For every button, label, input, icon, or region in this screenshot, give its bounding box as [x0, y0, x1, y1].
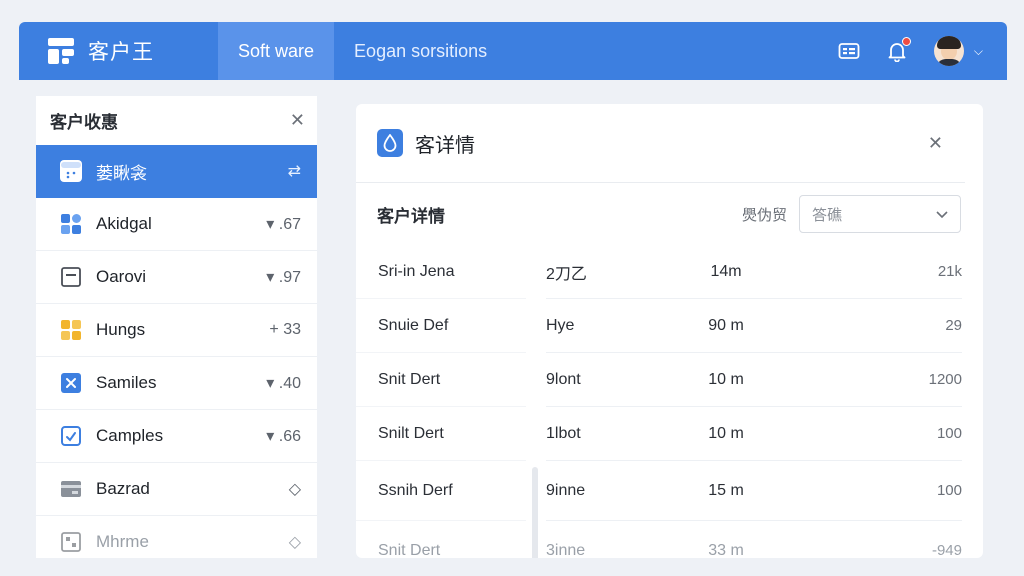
sidebar-item-4[interactable]: Samiles ▾ .40 — [36, 357, 317, 410]
message-card-icon[interactable] — [838, 40, 860, 62]
drop-icon — [377, 129, 403, 157]
detail-meta-label: 爂伪贸 — [741, 206, 787, 224]
row-name: Snit Dert — [378, 541, 441, 559]
sidebar-item-value: ▾ .97 — [266, 269, 301, 286]
tab-software[interactable]: Soft ware — [218, 22, 335, 80]
row-col3: 14m — [710, 262, 742, 280]
grid-yellow-icon — [60, 319, 82, 341]
sidebar-item-6[interactable]: Bazrad ◇ — [36, 463, 317, 516]
tab-label: Soft ware — [238, 40, 315, 61]
check-square-icon — [60, 425, 82, 447]
sidebar-item-2[interactable]: Oarovi ▾ .97 — [36, 251, 317, 304]
table-row[interactable]: Sri-in Jena 2刀乙 14m 21k — [356, 245, 983, 299]
user-avatar[interactable] — [933, 36, 964, 66]
sidebar-item-3[interactable]: Hungs + 33 — [36, 304, 317, 357]
row-col2: 3inne — [546, 541, 586, 559]
row-col4: 100 — [936, 425, 962, 442]
header-actions: ⌵ — [812, 36, 983, 66]
sidebar-item-value: + 33 — [269, 321, 301, 338]
sidebar-item-label: Bazrad — [96, 479, 150, 498]
row-col4: 100 — [936, 482, 962, 499]
sidebar-item-label: Oarovi — [96, 267, 147, 286]
grid-apps-icon — [60, 213, 82, 235]
table-row[interactable]: Snuie Def Hye 90 m 29 — [356, 299, 983, 353]
sidebar-item-5[interactable]: Camples ▾ .66 — [36, 410, 317, 463]
brand[interactable]: 客户王 — [48, 36, 218, 66]
row-col3: 90 m — [708, 316, 744, 334]
row-col3: 10 m — [708, 370, 744, 388]
row-name: Snit Dert — [378, 370, 441, 388]
sidebar-item-label: Hungs — [96, 320, 146, 339]
table-row[interactable]: Snit Dert 9lont 10 m 1200 — [356, 353, 983, 407]
row-col2: 1lbot — [546, 424, 581, 442]
sidebar-item-value: ▾ .67 — [266, 216, 301, 233]
row-col4: 21k — [937, 263, 962, 280]
sidebar-item-value: ▾ .66 — [266, 428, 301, 445]
detail-title: 客详情 — [415, 134, 475, 157]
detail-header: 客详情 ✕ — [356, 104, 965, 183]
table-row[interactable]: Snit Dert 3inne 33 m -949 — [356, 521, 983, 559]
notification-bell-icon[interactable] — [886, 37, 911, 63]
sidebar-item-label: Akidgal — [96, 214, 152, 233]
row-col3: 33 m — [708, 541, 744, 559]
app-title: 客户王 — [88, 41, 154, 64]
square-minus-icon — [60, 266, 82, 288]
detail-subheader: 客户详情 爂伪贸 答礁 — [356, 183, 983, 245]
row-name: Ssnih Derf — [378, 481, 453, 499]
sidebar-item-label: 蒌瞅衾 — [96, 163, 147, 183]
row-col2: 2刀乙 — [546, 265, 587, 283]
row-col4: 29 — [945, 317, 962, 334]
row-col2: 9lont — [546, 370, 581, 388]
row-col2: Hye — [546, 316, 575, 334]
row-col4: -949 — [931, 542, 962, 558]
sidebar-item-0[interactable]: 蒌瞅衾 ⇄ — [36, 145, 317, 198]
sidebar-title: 客户收惠 — [50, 113, 118, 132]
cross-square-icon — [60, 372, 82, 394]
row-col2: 9inne — [546, 481, 586, 499]
tab-label: Eogan sorsitions — [354, 40, 488, 61]
card-icon — [60, 478, 82, 500]
top-bar: 客户王 Soft ware Eogan sorsitions ⌵ — [19, 22, 1007, 80]
select-value: 答礁 — [812, 206, 843, 224]
detail-subtitle: 客户详情 — [377, 206, 445, 226]
sidebar-item-label: Samiles — [96, 373, 157, 392]
tab-organizations[interactable]: Eogan sorsitions — [334, 22, 507, 80]
sidebar-item-label: Mhrme — [96, 532, 149, 551]
row-name: Sri-in Jena — [378, 262, 455, 280]
close-icon[interactable]: ✕ — [928, 133, 943, 154]
chevron-down-icon — [936, 206, 948, 223]
row-name: Snuie Def — [378, 316, 449, 334]
sidebar-item-value: ◇ — [288, 481, 301, 498]
sidebar-item-value: ▾ .40 — [266, 375, 301, 392]
close-icon[interactable]: ✕ — [290, 110, 305, 131]
table-scrollbar[interactable] — [532, 467, 538, 558]
row-col3: 15 m — [708, 481, 744, 499]
app-logo-icon — [48, 38, 74, 64]
sidebar-item-label: Camples — [96, 426, 164, 445]
row-name: Snilt Dert — [378, 424, 444, 442]
customer-sidebar: 客户收惠 ✕ 蒌瞅衾 ⇄ Akidgal ▾ .67 Oarovi ▾ .97 … — [36, 96, 317, 558]
sidebar-item-value: ◇ — [288, 534, 301, 551]
row-col3: 10 m — [708, 424, 744, 442]
sidebar-item-7[interactable]: Mhrme ◇ — [36, 516, 317, 558]
filter-select[interactable]: 答礁 — [799, 195, 961, 233]
grid-square-icon — [60, 531, 82, 553]
chevron-down-icon[interactable]: ⌵ — [974, 44, 983, 59]
calendar-icon — [60, 160, 82, 182]
swap-icon[interactable]: ⇄ — [288, 161, 301, 181]
notification-dot — [901, 37, 911, 46]
row-col4: 1200 — [928, 371, 962, 388]
sidebar-item-1[interactable]: Akidgal ▾ .67 — [36, 198, 317, 251]
table-row[interactable]: Ssnih Derf 9inne 15 m 100 — [356, 461, 983, 521]
table-row[interactable]: Snilt Dert 1lbot 10 m 100 — [356, 407, 983, 461]
customer-detail-panel: 客详情 ✕ 客户详情 爂伪贸 答礁 Sri-in Jena 2刀乙 14m 21… — [356, 104, 983, 558]
detail-table: Sri-in Jena 2刀乙 14m 21k Snuie Def Hye 90… — [356, 245, 983, 558]
sidebar-header: 客户收惠 ✕ — [36, 96, 317, 145]
